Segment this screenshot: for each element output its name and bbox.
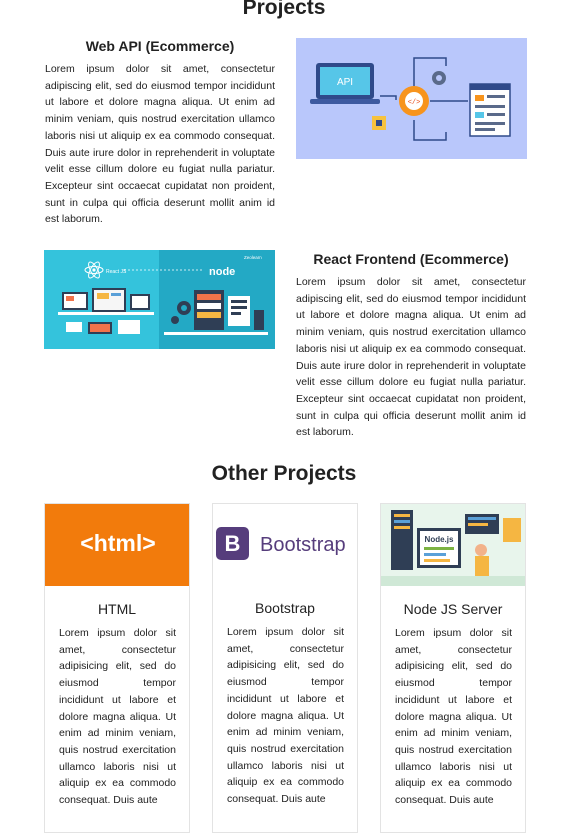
html-logo-icon: <html>	[45, 504, 189, 586]
project-description: Lorem ipsum dolor sit amet, consectetur …	[296, 276, 526, 439]
projects-section-title: Projects	[242, 0, 326, 19]
card-description: Lorem ipsum dolor sit amet, consectetur …	[395, 627, 512, 807]
html-logo-image: <html>	[45, 504, 189, 586]
other-projects-title: Other Projects	[211, 462, 357, 485]
project-card-html[interactable]: <html> HTML Lorem ipsum dolor sit amet, …	[44, 503, 190, 833]
card-title: Node JS Server	[403, 601, 503, 617]
web-api-illustration: API </>	[296, 38, 527, 159]
project-title: Web API (Ecommerce)	[85, 38, 235, 54]
svg-text:<html>: <html>	[80, 530, 155, 556]
react-label: React JS	[106, 269, 127, 275]
nodejs-illustration-image: Node.js	[381, 504, 525, 586]
project-card-nodejs[interactable]: Node.js Node JS Server Lorem ipsum dolor…	[380, 503, 526, 833]
api-diagram-icon: API </>	[296, 38, 527, 159]
bootstrap-logo-image: B Bootstrap	[213, 504, 357, 586]
brand-label: Zeolearn	[244, 255, 262, 260]
nodejs-illustration-icon: Node.js	[381, 504, 525, 586]
project-title: React Frontend (Ecommerce)	[313, 251, 509, 267]
svg-text:B: B	[225, 531, 241, 556]
react-node-illustration: React JS node Zeolearn	[44, 250, 275, 349]
svg-text:Node.js: Node.js	[425, 535, 454, 544]
project-web-api: Web API (Ecommerce) Lorem ipsum dolor si…	[45, 38, 275, 228]
project-card-bootstrap[interactable]: B Bootstrap Bootstrap Lorem ipsum dolor …	[212, 503, 358, 833]
svg-text:</>: </>	[408, 99, 421, 107]
card-title: HTML	[97, 601, 137, 617]
card-title: Bootstrap	[255, 600, 315, 616]
react-node-diagram-icon: React JS node Zeolearn	[44, 250, 275, 349]
bootstrap-logo-icon: B Bootstrap	[213, 504, 357, 586]
node-label: node	[209, 266, 235, 278]
project-react-frontend: React Frontend (Ecommerce) Lorem ipsum d…	[296, 251, 526, 441]
card-description: Lorem ipsum dolor sit amet, consectetur …	[59, 627, 176, 807]
project-description: Lorem ipsum dolor sit amet, consectetur …	[45, 63, 275, 226]
card-description: Lorem ipsum dolor sit amet, consectetur …	[227, 626, 344, 806]
svg-text:Bootstrap: Bootstrap	[260, 534, 346, 556]
api-label: API	[337, 77, 353, 88]
